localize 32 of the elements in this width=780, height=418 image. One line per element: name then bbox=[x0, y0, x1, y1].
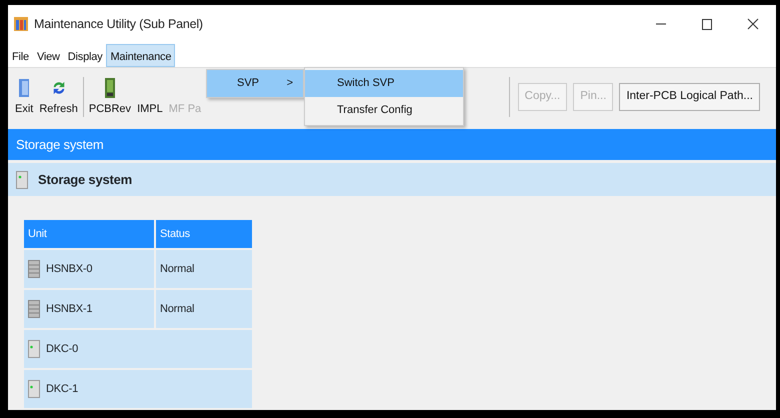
controller-icon bbox=[28, 380, 40, 398]
exit-icon bbox=[19, 76, 30, 99]
unit-name: DKC-1 bbox=[46, 382, 78, 395]
submenu-arrow: > bbox=[286, 76, 293, 91]
menu-item[interactable]: Transfer Config bbox=[305, 96, 463, 123]
column-header: Status bbox=[156, 220, 252, 248]
menu-item[interactable]: Maintenance bbox=[106, 44, 176, 67]
unit-name: HSNBX-0 bbox=[46, 262, 92, 275]
toolbar-button[interactable]: IMPL bbox=[134, 76, 166, 118]
storage-icon bbox=[16, 170, 28, 189]
table-cell: Normal bbox=[156, 250, 252, 288]
menu-item[interactable]: Display bbox=[64, 44, 106, 67]
menu-item[interactable]: File bbox=[8, 44, 33, 67]
toolbar-button[interactable]: Exit bbox=[12, 76, 36, 118]
menu-item[interactable]: SVP > bbox=[207, 70, 303, 96]
column-header: Unit bbox=[24, 220, 154, 248]
app-icon bbox=[14, 17, 28, 32]
drive-bay-icon bbox=[28, 300, 40, 318]
unit-name: DKC-0 bbox=[46, 342, 78, 355]
panel-header: Storage system bbox=[8, 129, 776, 160]
toolbar-button[interactable]: Refresh bbox=[36, 76, 81, 118]
table-cell: Normal bbox=[156, 290, 252, 328]
board-icon bbox=[104, 76, 115, 99]
unit-name: HSNBX-1 bbox=[46, 302, 92, 315]
window-title: Maintenance Utility (Sub Panel) bbox=[34, 16, 203, 33]
drive-bay-icon bbox=[28, 260, 40, 278]
toolbar-button[interactable]: PCBRev bbox=[86, 76, 134, 118]
menu-item[interactable]: View bbox=[32, 44, 64, 67]
menu-item[interactable]: Switch SVP bbox=[305, 70, 463, 96]
subheader-title: Storage system bbox=[38, 170, 132, 189]
controller-icon bbox=[28, 340, 40, 358]
toolbar-button[interactable]: Inter-PCB Logical Path... bbox=[619, 83, 760, 111]
